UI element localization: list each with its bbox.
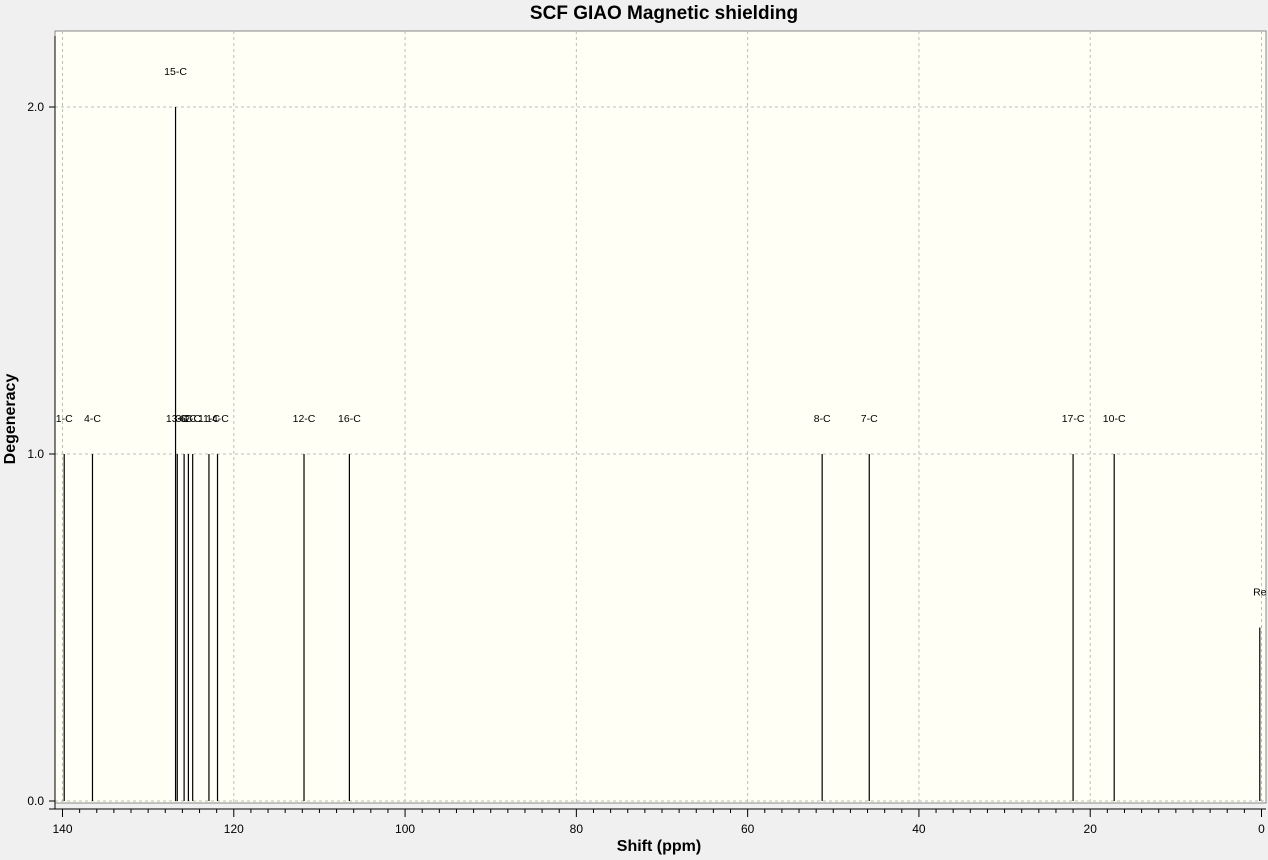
peak-label: 16-C [338, 413, 361, 425]
y-tick-label: 0.0 [27, 794, 44, 808]
peak-label: 17-C [1062, 413, 1085, 425]
peak-label: 14-C [206, 413, 229, 425]
x-tick-label: 100 [395, 822, 415, 836]
peak-label: 4-C [84, 413, 101, 425]
x-axis-label: Shift (ppm) [616, 838, 702, 855]
spectrum-plot: 140 120 100 80 60 40 20 00.01.02.0 1-C 4-C15-C13… [27, 30, 1267, 836]
peak-label: 15-C [164, 66, 187, 78]
x-tick-label: 20 [1084, 822, 1098, 836]
x-tick-label: 80 [570, 822, 584, 836]
peak-label: 1-C [56, 413, 73, 425]
peak-label: Re [1253, 587, 1267, 599]
x-tick-label: 0 [1258, 822, 1265, 836]
peak-label: 8-C [814, 413, 831, 425]
x-tick-label: 140 [52, 822, 72, 836]
y-tick-label: 2.0 [27, 100, 44, 114]
y-tick-label: 1.0 [27, 447, 44, 461]
x-tick-label: 60 [741, 822, 755, 836]
peak-label: 7-C [861, 413, 878, 425]
peak-label: 10-C [1103, 413, 1126, 425]
y-axis-label: Degeneracy [2, 373, 19, 465]
x-tick-label: 120 [224, 822, 244, 836]
x-tick-label: 40 [912, 822, 926, 836]
peak-label: 12-C [293, 413, 316, 425]
